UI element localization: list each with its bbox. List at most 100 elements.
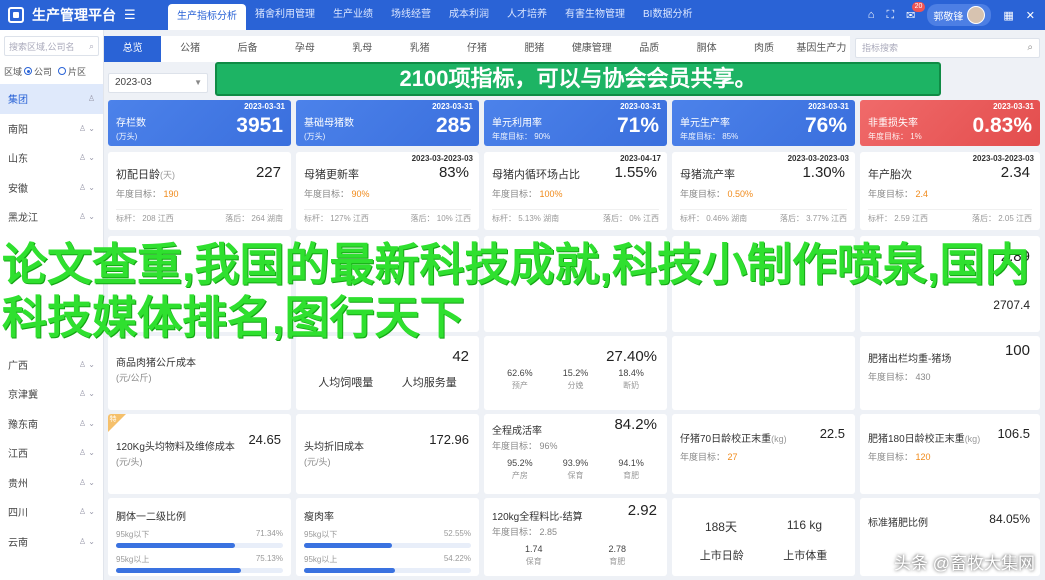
- tab-meat-quality[interactable]: 肉质: [735, 36, 792, 62]
- progress-fill: [116, 568, 242, 573]
- bar-head: 95kg以上 75.13%: [116, 554, 283, 565]
- metric-value: 2.34: [1000, 164, 1030, 181]
- tab-boar[interactable]: 公猪: [161, 36, 218, 62]
- metric-search-input[interactable]: 指标搜索 ⌕: [855, 38, 1040, 58]
- sidebar-item-label: 云南: [8, 537, 28, 549]
- share-banner: 2100项指标，可以与协会会员共享。: [215, 62, 941, 96]
- tab-reserve[interactable]: 后备: [219, 36, 276, 62]
- stage-2: 93.9% 保育: [563, 458, 589, 481]
- sidebar-search-input[interactable]: 搜索区域,公司名 ⌕: [4, 36, 99, 56]
- metric-card-piglet-weight[interactable]: 仔猪70日龄校正末重(kg) 22.5 年度目标： 27: [672, 414, 855, 494]
- tab-finisher[interactable]: 肥猪: [506, 36, 563, 62]
- metric-unit: (kg): [964, 434, 981, 444]
- nav-tab-bi-analysis[interactable]: BI数据分析: [634, 0, 701, 30]
- nav-tab-production-performance[interactable]: 生产业绩: [324, 0, 382, 30]
- date-picker[interactable]: 2023-03 ▼: [108, 73, 208, 93]
- user-menu[interactable]: 郭敬锋: [927, 4, 992, 26]
- kpi-date: 2023-03-31: [244, 102, 285, 111]
- sidebar-item-nanyang[interactable]: 南阳 ♙ ⌄: [0, 114, 103, 144]
- kpi-card-stock[interactable]: 2023-03-31 存栏数 (万头) 3951: [108, 100, 291, 146]
- nav-tab-talent[interactable]: 人才培养: [498, 0, 556, 30]
- progress-track: [116, 543, 283, 548]
- radio-company-label: 公司: [34, 66, 53, 77]
- bar-value: 52.55%: [443, 529, 471, 538]
- metric-card-first-breeding-age[interactable]: 初配日龄(天) 227 年度目标： 190 标杆： 208 江西 落后： 264 …: [108, 152, 291, 230]
- metric-card-material-cost[interactable]: 特 120Kg头均物料及维修成本 24.65 (元/头): [108, 414, 291, 494]
- laggard: 落后： 2.05 江西: [971, 214, 1032, 223]
- metric-sub: (元/头): [304, 457, 331, 467]
- metric-title: 胴体一二级比例: [116, 512, 186, 523]
- menu-toggle-icon[interactable]: ☰: [124, 7, 136, 23]
- tab-pregnant-sow[interactable]: 孕母: [276, 36, 333, 62]
- tab-weaner[interactable]: 仔猪: [448, 36, 505, 62]
- sidebar-item-guizhou[interactable]: 贵州 ♙ ⌄: [0, 468, 103, 498]
- metric-card-annual-litters[interactable]: 2023-03-2023-03 年产胎次 2.34 年度目标： 2.4 标杆： …: [860, 152, 1040, 230]
- metric-card-market-age-weight[interactable]: 188天 116 kg 上市日龄 上市体重: [672, 498, 855, 576]
- radio-district[interactable]: [58, 67, 67, 75]
- stage-value: 2.78: [608, 544, 627, 554]
- market-values: 188天 116 kg: [680, 518, 847, 535]
- metric-card-finisher-weight[interactable]: 肥猪出栏均重-猪场 100 年度目标： 430: [860, 336, 1040, 410]
- home-icon[interactable]: ⌂: [868, 9, 875, 21]
- metric-card-pork-cost[interactable]: 商品肉猪公斤成本 (元/公斤): [108, 336, 291, 410]
- sidebar-item-jiangxi[interactable]: 江西 ♙ ⌄: [0, 438, 103, 468]
- nav-tab-barn-utilization[interactable]: 猪舍利用管理: [246, 0, 324, 30]
- app-title: 生产管理平台: [32, 7, 116, 23]
- metric-card-stage-ratio[interactable]: 27.40% 62.6% 预产 15.2% 分娩 18.4% 断奶: [484, 336, 667, 410]
- nav-tab-pest-management[interactable]: 有害生物管理: [556, 0, 634, 30]
- sidebar-item-yudongnan[interactable]: 豫东南 ♙ ⌄: [0, 409, 103, 439]
- metric-card-lean-rate[interactable]: 瘦肉率 95kg以下 52.55% 95kg以上 54.22%: [296, 498, 479, 576]
- metric-card-sow-cycle-farm[interactable]: 2023-04-17 母猪内循环场占比 1.55% 年度目标： 100% 标杆：…: [484, 152, 667, 230]
- per-capita-labels: 人均饲喂量 人均服务量: [304, 374, 471, 390]
- sidebar-item-label: 黑龙江: [8, 213, 38, 225]
- tab-overview[interactable]: 总览: [104, 36, 162, 62]
- tab-piglet[interactable]: 乳猪: [391, 36, 448, 62]
- sidebar-item-anhui[interactable]: 安徽 ♙ ⌄: [0, 173, 103, 203]
- grid-icon[interactable]: ▦: [1003, 9, 1013, 22]
- metric-date: 2023-04-17: [620, 154, 661, 163]
- kpi-card-sow-count[interactable]: 2023-03-31 基础母猪数 (万头) 285: [296, 100, 479, 146]
- metric-card-per-capita[interactable]: 42 人均饲喂量 人均服务量: [296, 336, 479, 410]
- nav-tab-cost-profit[interactable]: 成本利润: [440, 0, 498, 30]
- nav-tab-line-operation[interactable]: 场线经营: [382, 0, 440, 30]
- sidebar-item-label: 山东: [8, 154, 28, 166]
- bar-value: 71.34%: [255, 529, 283, 538]
- sidebar-item-group[interactable]: 集团 ♙: [0, 84, 103, 114]
- tab-lactating-sow[interactable]: 乳母: [334, 36, 391, 62]
- sidebar-item-yunnan[interactable]: 云南 ♙ ⌄: [0, 527, 103, 557]
- metric-footer: 标杆： 208 江西 落后： 264 湖南: [116, 209, 283, 224]
- tab-quality[interactable]: 品质: [621, 36, 678, 62]
- sidebar-item-heilongjiang[interactable]: 黑龙江 ♙ ⌄: [0, 202, 103, 232]
- tab-health[interactable]: 健康管理: [563, 36, 620, 62]
- metric-card-finisher-180-weight[interactable]: 肥猪180日龄校正末重(kg) 106.5 年度目标： 120: [860, 414, 1040, 494]
- sidebar-item-jingjinji[interactable]: 京津冀 ♙ ⌄: [0, 379, 103, 409]
- metric-date: 2023-03-2023-03: [411, 154, 473, 163]
- kpi-card-loss-rate[interactable]: 2023-03-31 非重损失率 年度目标： 1% 0.83%: [860, 100, 1040, 146]
- metric-value: 84.2%: [614, 416, 657, 433]
- sidebar-item-sichuan[interactable]: 四川 ♙ ⌄: [0, 497, 103, 527]
- per-capita-feed-label: 人均饲喂量: [318, 377, 374, 389]
- laggard: 落后： 3.77% 江西: [779, 214, 847, 223]
- tab-genetic[interactable]: 基因生产力: [793, 36, 850, 62]
- kpi-date: 2023-03-31: [432, 102, 473, 111]
- metric-card-depreciation[interactable]: 头均折旧成本 172.96 (元/头): [296, 414, 479, 494]
- stage-2: 15.2% 分娩: [563, 368, 589, 391]
- metric-card-carcass-grade[interactable]: 胴体一二级比例 95kg以下 71.34% 95kg以上 75.13%: [108, 498, 291, 576]
- stage-1: 62.6% 预产: [507, 368, 533, 391]
- sidebar-item-guangxi[interactable]: 广西 ♙ ⌄: [0, 350, 103, 380]
- kpi-card-unit-productivity[interactable]: 2023-03-31 单元生产率 年度目标： 85% 76%: [672, 100, 855, 146]
- tab-carcass[interactable]: 胴体: [678, 36, 735, 62]
- fullscreen-icon[interactable]: ⛶: [886, 9, 894, 22]
- radio-company[interactable]: [24, 67, 33, 75]
- metric-card-sow-abortion[interactable]: 2023-03-2023-03 母猪流产率 1.30% 年度目标： 0.50% …: [672, 152, 855, 230]
- nav-tab-production-metrics[interactable]: 生产指标分析: [168, 4, 246, 30]
- metric-card-survival-rate[interactable]: 全程成活率 84.2% 年度目标： 96% 95.2% 产房 93.9% 保育 94…: [484, 414, 667, 494]
- close-icon[interactable]: ✕: [1026, 9, 1035, 22]
- message-icon[interactable]: ✉ 20: [906, 1, 926, 22]
- metric-card-feed-ratio[interactable]: 120kg全程料比-结算 2.92 年度目标： 2.85 1.74 保育 2.78…: [484, 498, 667, 576]
- sidebar-item-shandong[interactable]: 山东 ♙ ⌄: [0, 143, 103, 173]
- metric-card-row4-4[interactable]: [672, 336, 855, 410]
- metric-card-sow-renewal[interactable]: 2023-03-2023-03 母猪更新率 83% 年度目标： 90% 标杆： …: [296, 152, 479, 230]
- kpi-card-unit-utilization[interactable]: 2023-03-31 单元利用率 年度目标： 90% 71%: [484, 100, 667, 146]
- laggard: 落后： 10% 江西: [410, 214, 471, 223]
